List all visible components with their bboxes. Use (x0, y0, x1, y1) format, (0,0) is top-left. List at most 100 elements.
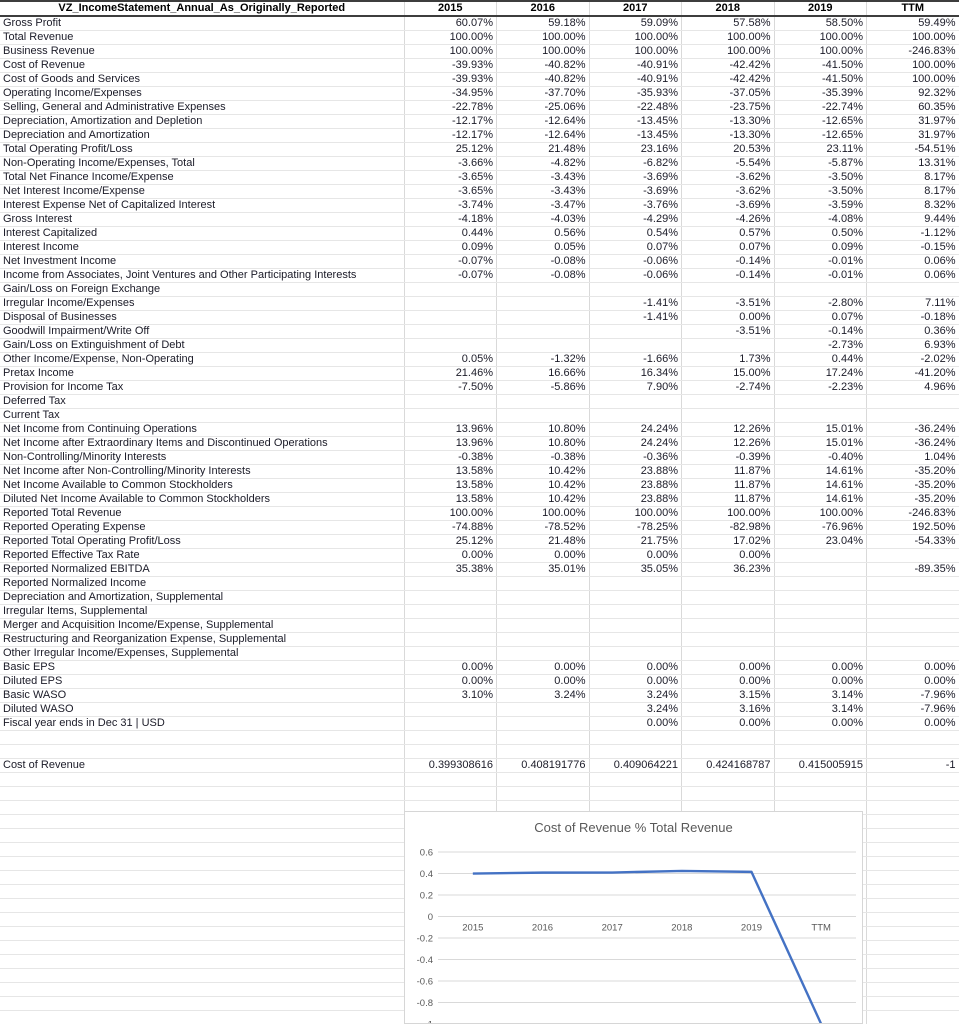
cell-2016[interactable] (496, 604, 590, 619)
cell-ttm[interactable]: 0.00% (866, 674, 959, 689)
cell-ttm[interactable] (866, 394, 959, 409)
cell-2015[interactable] (404, 730, 497, 745)
cell-2017[interactable] (589, 786, 682, 801)
cell-2015[interactable]: 0.00% (404, 674, 497, 689)
cell-ttm[interactable]: -1.12% (866, 226, 959, 241)
cell-2016[interactable]: -40.82% (496, 58, 590, 73)
cell-2015[interactable]: -7.50% (404, 380, 497, 395)
cell-2016[interactable]: -0.38% (496, 450, 590, 465)
cell-2019[interactable]: -0.40% (774, 450, 867, 465)
cell-2016[interactable] (496, 324, 590, 339)
cell-2016[interactable]: -25.06% (496, 100, 590, 115)
cell-2018[interactable]: -42.42% (681, 58, 775, 73)
row-label[interactable]: Net Investment Income (0, 254, 405, 269)
cell-2018[interactable] (681, 590, 775, 605)
cell-2016[interactable]: -1.32% (496, 352, 590, 367)
row-label[interactable] (0, 814, 405, 829)
cell-2019[interactable] (774, 576, 867, 591)
cell-2018[interactable] (681, 730, 775, 745)
cell-2016[interactable] (496, 632, 590, 647)
row-label[interactable] (0, 982, 405, 997)
cell-2016[interactable]: 0.56% (496, 226, 590, 241)
cell-2015[interactable]: 13.58% (404, 478, 497, 493)
row-label[interactable]: Gain/Loss on Extinguishment of Debt (0, 338, 405, 353)
row-label[interactable] (0, 800, 405, 815)
cell-2015[interactable]: 3.10% (404, 688, 497, 703)
row-label[interactable] (0, 828, 405, 843)
cell-ttm[interactable] (866, 604, 959, 619)
cell-2016[interactable]: 3.24% (496, 688, 590, 703)
cell-2015[interactable]: 0.00% (404, 660, 497, 675)
cell-2016[interactable] (496, 408, 590, 423)
cell-2016[interactable]: 0.05% (496, 240, 590, 255)
cell-2019[interactable]: 0.50% (774, 226, 867, 241)
cell-2017[interactable]: -13.45% (589, 114, 682, 129)
cell-2019[interactable]: -35.39% (774, 86, 867, 101)
cell-2015[interactable]: -34.95% (404, 86, 497, 101)
cell-2016[interactable]: 35.01% (496, 562, 590, 577)
cell-2017[interactable]: 0.00% (589, 674, 682, 689)
cell-ttm[interactable] (866, 772, 959, 787)
cell-2017[interactable] (589, 604, 682, 619)
cell-2016[interactable]: -4.82% (496, 156, 590, 171)
cell-2017[interactable]: -78.25% (589, 520, 682, 535)
cell-2019[interactable]: -41.50% (774, 72, 867, 87)
row-label[interactable]: Fiscal year ends in Dec 31 | USD (0, 716, 405, 731)
cell-2015[interactable] (404, 408, 497, 423)
cell-ttm[interactable] (866, 800, 959, 815)
row-label[interactable]: Income from Associates, Joint Ventures a… (0, 268, 405, 283)
row-label[interactable]: Diluted EPS (0, 674, 405, 689)
cell-ttm[interactable] (866, 940, 959, 955)
cell-2019[interactable]: 0.07% (774, 310, 867, 325)
cell-2015[interactable] (404, 632, 497, 647)
cell-ttm[interactable]: 0.06% (866, 254, 959, 269)
cell-2019[interactable]: -12.65% (774, 128, 867, 143)
cell-ttm[interactable] (866, 1010, 959, 1024)
row-label[interactable]: Other Irregular Income/Expenses, Supplem… (0, 646, 405, 661)
cell-2019[interactable]: -76.96% (774, 520, 867, 535)
cell-2015[interactable]: 13.58% (404, 464, 497, 479)
row-label[interactable]: Provision for Income Tax (0, 380, 405, 395)
cell-2016[interactable]: 10.42% (496, 492, 590, 507)
cell-2016[interactable]: -0.08% (496, 254, 590, 269)
cell-2018[interactable] (681, 632, 775, 647)
cell-ttm[interactable]: -7.96% (866, 688, 959, 703)
cell-2018[interactable] (681, 744, 775, 759)
cell-2016[interactable]: -78.52% (496, 520, 590, 535)
cell-2015[interactable] (404, 296, 497, 311)
cell-2018[interactable]: 11.87% (681, 478, 775, 493)
cell-2017[interactable]: 3.24% (589, 688, 682, 703)
cell-2016[interactable] (496, 576, 590, 591)
row-label[interactable]: Irregular Income/Expenses (0, 296, 405, 311)
row-label[interactable]: Total Operating Profit/Loss (0, 142, 405, 157)
cell-2019[interactable] (774, 408, 867, 423)
cell-ttm[interactable]: 192.50% (866, 520, 959, 535)
cell-ttm[interactable] (866, 954, 959, 969)
cell-ttm[interactable]: -36.24% (866, 422, 959, 437)
cell-2017[interactable]: 23.88% (589, 478, 682, 493)
cell-2016[interactable] (496, 282, 590, 297)
cell-2019[interactable]: -3.50% (774, 184, 867, 199)
row-label[interactable] (0, 772, 405, 787)
cell-ttm[interactable]: -2.02% (866, 352, 959, 367)
cell-2017[interactable]: 21.75% (589, 534, 682, 549)
cell-ttm[interactable]: -89.35% (866, 562, 959, 577)
cell-2016[interactable]: 100.00% (496, 44, 590, 59)
cell-2016[interactable]: -12.64% (496, 114, 590, 129)
cell-ttm[interactable]: 4.96% (866, 380, 959, 395)
cell-2019[interactable]: 23.11% (774, 142, 867, 157)
cell-2015[interactable]: 100.00% (404, 44, 497, 59)
row-label[interactable]: Other Income/Expense, Non-Operating (0, 352, 405, 367)
row-label[interactable]: Total Net Finance Income/Expense (0, 170, 405, 185)
cell-2019[interactable]: 0.00% (774, 716, 867, 731)
cell-2017[interactable]: 0.409064221 (589, 758, 682, 773)
cell-ttm[interactable] (866, 926, 959, 941)
cell-2015[interactable] (404, 282, 497, 297)
cell-2016[interactable] (496, 772, 590, 787)
cell-2018[interactable] (681, 646, 775, 661)
cell-2019[interactable]: 100.00% (774, 30, 867, 45)
cell-2018[interactable]: -0.39% (681, 450, 775, 465)
cell-2018[interactable]: 0.07% (681, 240, 775, 255)
cell-2016[interactable]: -4.03% (496, 212, 590, 227)
row-label[interactable]: Gain/Loss on Foreign Exchange (0, 282, 405, 297)
